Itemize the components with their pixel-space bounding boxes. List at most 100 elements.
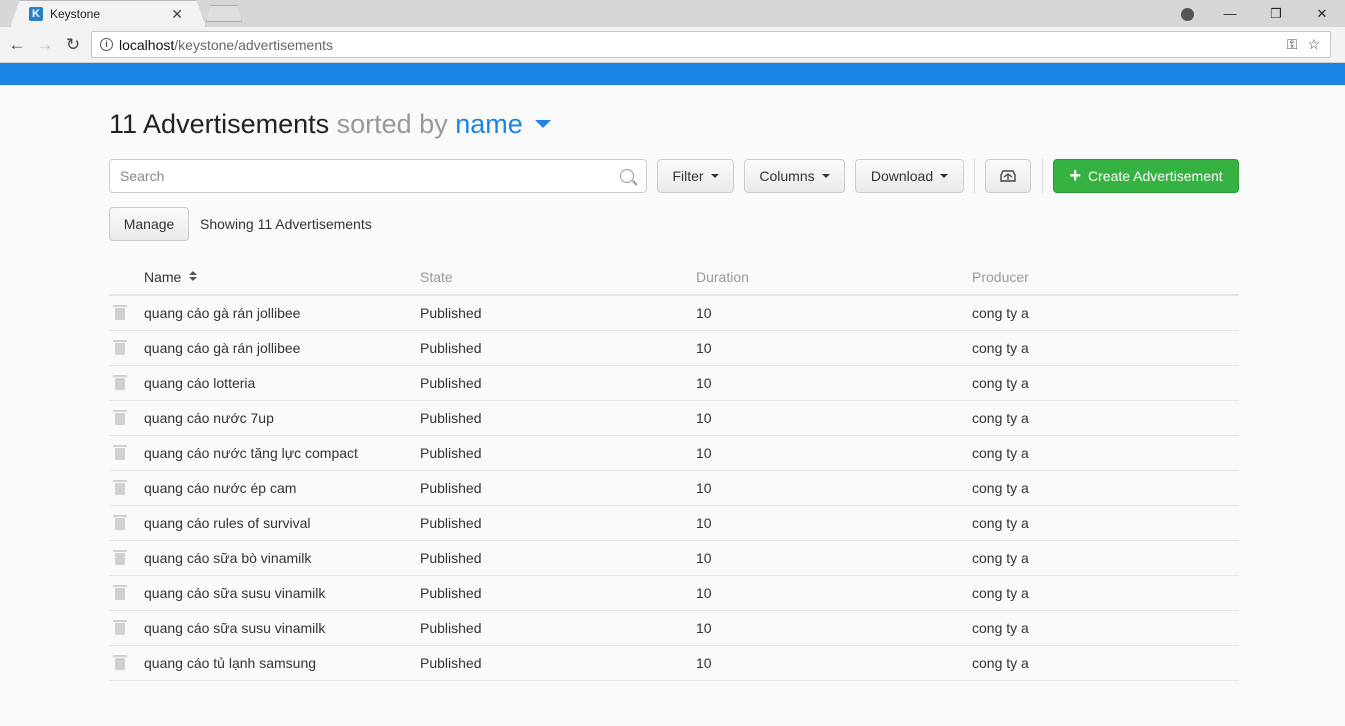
item-state: Published [420,365,696,401]
item-state: Published [420,505,696,541]
item-producer: cong ty a [972,645,1239,681]
item-name-link[interactable]: quang cáo rules of survival [144,515,311,531]
delete-cell [109,330,144,366]
item-producer: cong ty a [972,505,1239,541]
tab-close-icon[interactable]: ✕ [171,6,183,23]
profile-button[interactable] [1167,6,1207,22]
item-state: Published [420,610,696,646]
sort-icon[interactable] [189,271,197,281]
trash-icon[interactable] [113,619,127,635]
item-name-link[interactable]: quang cáo sữa susu vinamilk [144,620,325,636]
item-state: Published [420,470,696,506]
item-producer: cong ty a [972,470,1239,506]
minimize-button[interactable]: — [1207,6,1253,21]
download-label: Download [870,168,934,184]
caret-down-icon [821,174,830,178]
tab-title: Keystone [50,7,101,21]
item-name-link[interactable]: quang cáo nước tăng lực compact [144,445,358,461]
url-text[interactable]: localhost/keystone/advertisements [119,37,1287,53]
manage-button[interactable]: Manage [109,207,189,241]
trash-icon[interactable] [113,304,127,320]
toolbar-divider [1042,159,1043,193]
page-title: 11 Advertisements sorted by name [109,109,551,140]
chevron-down-icon[interactable] [534,119,551,128]
sort-field-dropdown[interactable]: name [455,109,523,139]
trash-icon[interactable] [113,654,127,670]
table-row: quang cáo lotteria Published 10 cong ty a [109,365,1239,401]
item-duration: 10 [696,575,972,611]
list-count: 11 Advertisements [109,109,330,139]
search-field[interactable] [109,159,647,193]
table-row: quang cáo nước 7up Published 10 cong ty a [109,400,1239,436]
filter-label: Filter [672,168,704,184]
new-tab-button[interactable] [206,5,242,22]
trash-icon[interactable] [113,444,127,460]
columns-label: Columns [759,168,815,184]
item-producer: cong ty a [972,435,1239,471]
item-duration: 10 [696,540,972,576]
create-advertisement-button[interactable]: + Create Advertisement [1053,159,1239,193]
trash-icon[interactable] [113,549,127,565]
delete-cell [109,400,144,436]
column-header-state[interactable]: State [420,260,696,296]
bookmark-star-icon[interactable]: ☆ [1307,36,1320,53]
table-row: quang cáo tủ lạnh samsung Published 10 cong… [109,645,1239,681]
trash-icon[interactable] [113,584,127,600]
item-duration: 10 [696,365,972,401]
item-state: Published [420,540,696,576]
item-duration: 10 [696,295,972,331]
delete-cell [109,575,144,611]
table-row: quang cáo nước ép cam Published 10 cong ty … [109,470,1239,506]
table-row: quang cáo gà rán jollibee Published 10 cong… [109,295,1239,331]
item-name-link[interactable]: quang cáo nước 7up [144,410,274,426]
column-header-duration[interactable]: Duration [696,260,972,296]
item-duration: 10 [696,645,972,681]
delete-cell [109,470,144,506]
create-label: Create Advertisement [1088,168,1223,184]
trash-icon[interactable] [113,514,127,530]
trash-icon[interactable] [113,374,127,390]
column-header-name[interactable]: Name [144,260,420,296]
manage-label: Manage [123,216,175,232]
expand-icon [1000,170,1016,182]
item-name-link[interactable]: quang cáo sữa bò vinamilk [144,550,311,566]
item-name-link[interactable]: quang cáo gà rán jollibee [144,305,300,321]
columns-button[interactable]: Columns [744,159,845,193]
back-button[interactable]: ← [6,34,28,56]
delete-cell [109,540,144,576]
item-state: Published [420,435,696,471]
item-name-link[interactable]: quang cáo tủ lạnh samsung [144,655,316,671]
trash-icon[interactable] [113,339,127,355]
item-name-link[interactable]: quang cáo nước ép cam [144,480,296,496]
close-window-button[interactable]: ✕ [1299,6,1345,22]
item-name-link[interactable]: quang cáo lotteria [144,375,255,391]
expand-table-button[interactable] [985,159,1031,193]
filter-button[interactable]: Filter [657,159,734,193]
trash-icon[interactable] [113,479,127,495]
restore-button[interactable]: ❐ [1253,6,1299,22]
item-producer: cong ty a [972,295,1239,331]
caret-down-icon [940,174,949,178]
browser-tab[interactable]: K Keystone ✕ [10,0,206,27]
delete-cell [109,610,144,646]
address-bar[interactable]: i localhost/keystone/advertisements ⚿ ☆ [91,31,1331,58]
item-name-link[interactable]: quang cáo gà rán jollibee [144,340,300,356]
download-button[interactable]: Download [855,159,964,193]
column-header-producer[interactable]: Producer [972,260,1239,296]
item-state: Published [420,575,696,611]
item-duration: 10 [696,330,972,366]
delete-cell [109,295,144,331]
forward-button[interactable]: → [34,34,56,56]
profile-icon [1180,8,1194,22]
search-input[interactable] [120,168,620,184]
table-row: quang cáo sữa susu vinamilk Published 10 co… [109,610,1239,646]
trash-icon[interactable] [113,409,127,425]
sorted-by-label: sorted by [336,109,448,139]
key-icon[interactable]: ⚿ [1287,36,1298,53]
info-icon[interactable]: i [100,38,113,51]
table-row: quang cáo sữa bò vinamilk Published 10 cong… [109,540,1239,576]
table-header-row: Name State Duration Producer [109,260,1239,296]
item-name-link[interactable]: quang cáo sữa susu vinamilk [144,585,325,601]
reload-button[interactable]: ↻ [62,34,84,56]
keystone-favicon-icon: K [29,7,43,21]
